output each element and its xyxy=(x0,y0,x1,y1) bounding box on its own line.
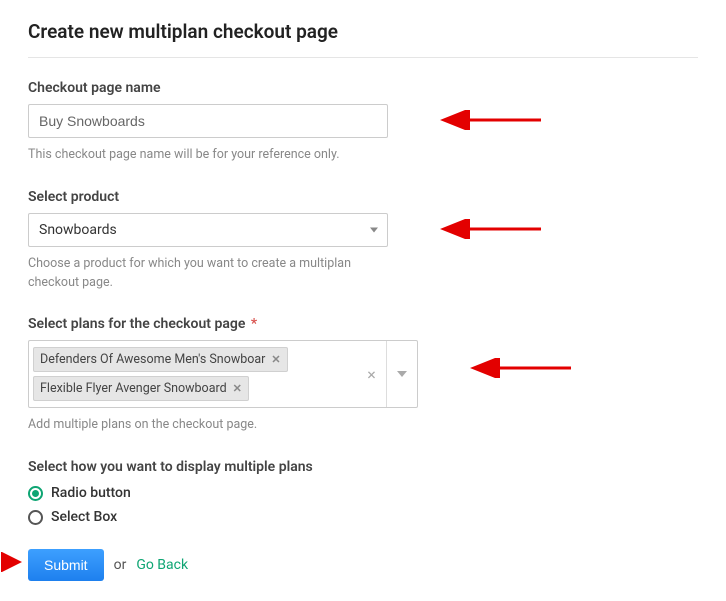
or-text: or xyxy=(114,557,127,573)
annotation-arrow xyxy=(466,358,576,378)
tag-remove-icon[interactable]: ✕ xyxy=(271,353,280,366)
go-back-link[interactable]: Go Back xyxy=(136,557,188,573)
field-select-plans: Select plans for the checkout page * Def… xyxy=(28,316,698,435)
submit-button[interactable]: Submit xyxy=(28,549,104,581)
radio-label: Radio button xyxy=(51,485,131,501)
select-plans-label: Select plans for the checkout page * xyxy=(28,316,698,332)
display-mode-label: Select how you want to display multiple … xyxy=(28,459,698,475)
plans-multiselect[interactable]: Defenders Of Awesome Men's Snowboar ✕ Fl… xyxy=(28,340,418,408)
select-product-dropdown[interactable]: Snowboards xyxy=(28,213,388,247)
plan-tag-label: Defenders Of Awesome Men's Snowboar xyxy=(40,352,265,367)
plan-tag-label: Flexible Flyer Avenger Snowboard xyxy=(40,381,227,396)
plan-tag: Defenders Of Awesome Men's Snowboar ✕ xyxy=(33,347,288,372)
field-checkout-name: Checkout page name This checkout page na… xyxy=(28,80,698,165)
chevron-down-icon xyxy=(397,371,407,377)
radio-label: Select Box xyxy=(51,509,117,525)
plan-tag: Flexible Flyer Avenger Snowboard ✕ xyxy=(33,376,249,401)
caret-down-icon xyxy=(370,227,378,232)
radio-option-select-box[interactable]: Select Box xyxy=(28,509,698,525)
field-select-product: Select product Snowboards Choose a produ… xyxy=(28,189,698,293)
page-title: Create new multiplan checkout page xyxy=(28,20,698,58)
plans-tags-container: Defenders Of Awesome Men's Snowboar ✕ Fl… xyxy=(29,341,357,407)
multiselect-toggle[interactable] xyxy=(387,341,417,407)
select-product-label: Select product xyxy=(28,189,698,205)
checkout-name-help: This checkout page name will be for your… xyxy=(28,146,388,165)
checkout-name-label: Checkout page name xyxy=(28,80,698,96)
required-asterisk: * xyxy=(251,316,257,332)
checkout-name-input[interactable] xyxy=(28,104,388,138)
actions-row: Submit or Go Back xyxy=(28,549,698,581)
select-product-value: Snowboards xyxy=(39,222,117,238)
annotation-arrow xyxy=(1,552,27,572)
annotation-arrow xyxy=(436,110,546,130)
select-plans-help: Add multiple plans on the checkout page. xyxy=(28,416,388,435)
radio-option-radio-button[interactable]: Radio button xyxy=(28,485,698,501)
field-display-mode: Select how you want to display multiple … xyxy=(28,459,698,525)
radio-icon xyxy=(28,486,43,501)
radio-icon xyxy=(28,510,43,525)
select-product-help: Choose a product for which you want to c… xyxy=(28,255,388,293)
annotation-arrow xyxy=(436,219,546,239)
multiselect-clear-icon[interactable]: × xyxy=(357,341,387,407)
tag-remove-icon[interactable]: ✕ xyxy=(233,382,242,395)
